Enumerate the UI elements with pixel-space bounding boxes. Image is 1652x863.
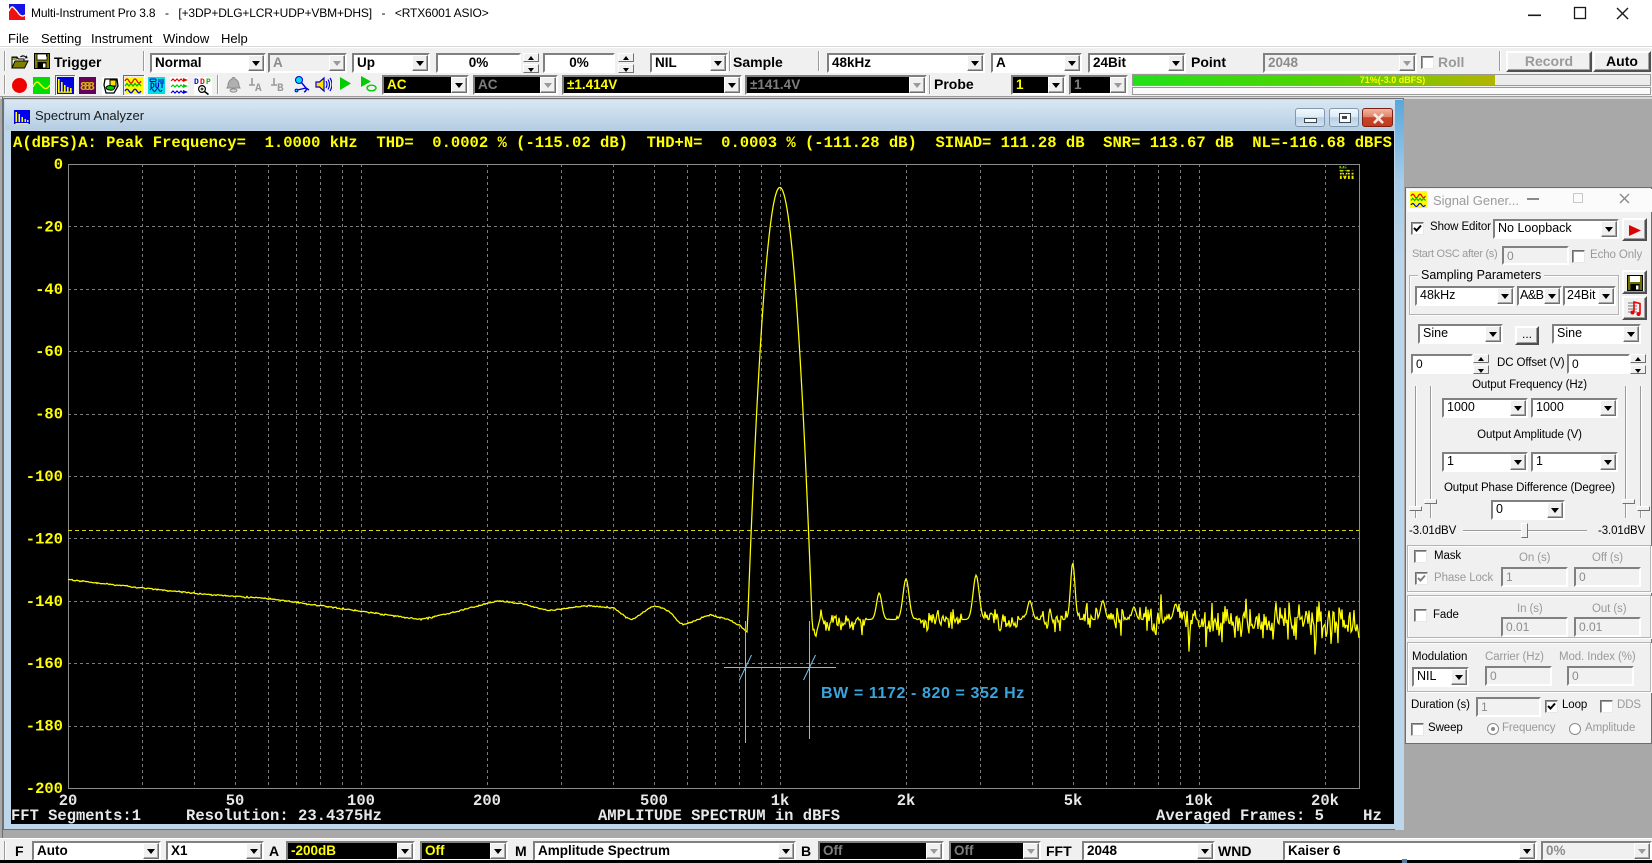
svg-text:FFT Segments:1: FFT Segments:1 [11, 807, 141, 824]
svg-text:DUT: DUT [150, 82, 165, 91]
svg-text:A: A [255, 83, 262, 93]
svg-text:-80: -80 [35, 406, 63, 424]
svg-text:-60: -60 [35, 343, 63, 361]
svg-text:-160: -160 [26, 655, 63, 673]
svg-text:-180: -180 [26, 718, 63, 736]
svg-text:888: 888 [80, 80, 95, 94]
svg-text:P: P [206, 78, 211, 87]
svg-text:0: 0 [54, 156, 63, 174]
svg-text:-140: -140 [26, 593, 63, 611]
svg-text:-100: -100 [26, 468, 63, 486]
svg-text:Averaged Frames: 5: Averaged Frames: 5 [1156, 807, 1324, 824]
svg-text:5k: 5k [1064, 792, 1083, 810]
svg-text:200: 200 [473, 792, 501, 810]
svg-text:A(dBFS)A: Peak Frequency= 1.0: A(dBFS)A: Peak Frequency= 1.0000 kHz THD… [13, 134, 1392, 152]
svg-text:BW = 1172 - 820 = 352 Hz: BW = 1172 - 820 = 352 Hz [821, 685, 1025, 702]
svg-text:2k: 2k [897, 792, 916, 810]
svg-text:-40: -40 [35, 281, 63, 299]
svg-text:B: B [277, 83, 284, 93]
svg-text:AMPLITUDE SPECTRUM in dBFS: AMPLITUDE SPECTRUM in dBFS [598, 807, 840, 824]
svg-text:Resolution: 23.4375Hz: Resolution: 23.4375Hz [186, 807, 382, 824]
svg-text:D: D [194, 78, 199, 87]
svg-text:Hz: Hz [1363, 807, 1382, 824]
svg-text:-200: -200 [26, 780, 63, 798]
svg-text:-120: -120 [26, 530, 63, 548]
svg-text:-20: -20 [35, 218, 63, 236]
